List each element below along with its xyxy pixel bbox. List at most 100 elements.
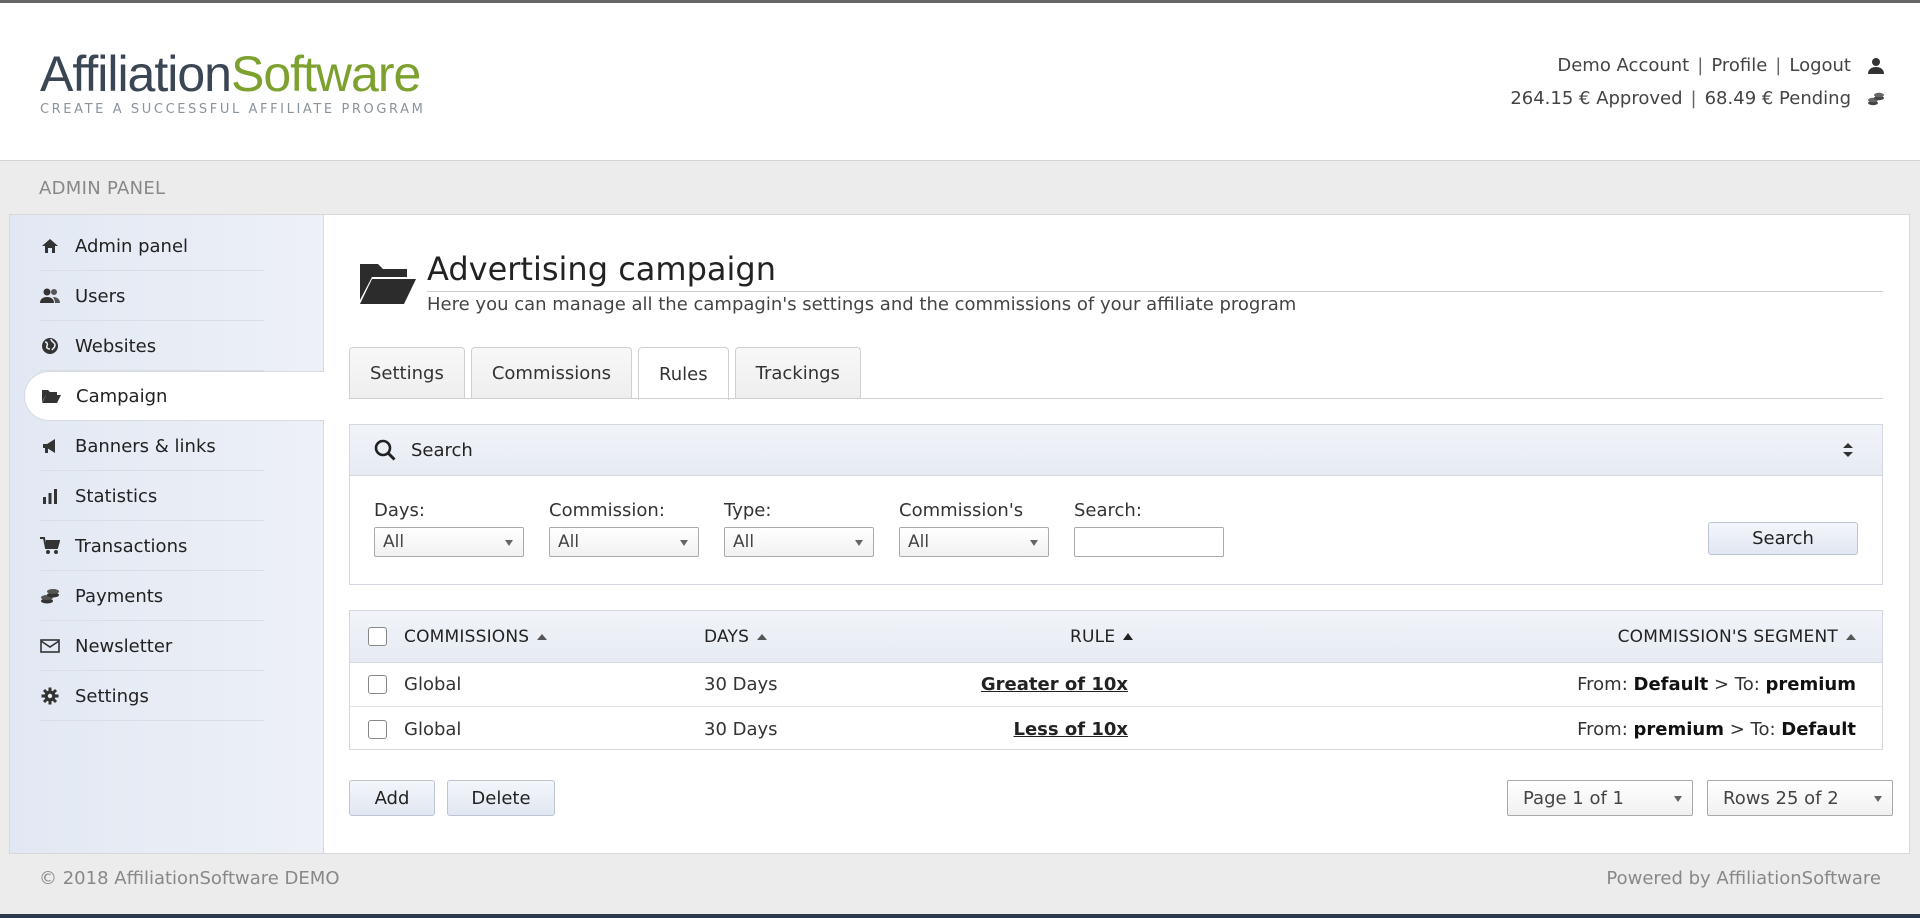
chevron-down-icon — [680, 540, 688, 546]
cell-rule: Greater of 10x — [981, 663, 1128, 706]
sidebar-item-label: Payments — [75, 585, 164, 607]
logo-part1: Affiliation — [40, 46, 232, 102]
filter-type: Type: All — [724, 500, 874, 557]
separator: | — [1775, 55, 1782, 76]
main-content: Advertising campaign Here you can manage… — [324, 215, 1909, 853]
rule-link[interactable]: Greater of 10x — [981, 674, 1128, 695]
powered-by-link[interactable]: Powered by AffiliationSoftware — [1606, 868, 1881, 889]
tab-settings[interactable]: Settings — [349, 347, 465, 399]
sidebar-item-label: Newsletter — [75, 635, 173, 657]
user-links: Demo Account | Profile | Logout — [1510, 49, 1885, 82]
copyright: © 2018 AffiliationSoftware DEMO — [39, 868, 340, 889]
sidebar-item-label: Admin panel — [75, 235, 189, 257]
home-icon — [40, 236, 60, 256]
user-icon — [1868, 57, 1884, 74]
column-days-label: DAYS — [704, 626, 750, 647]
search-panel-header[interactable]: Search — [350, 425, 1882, 476]
sort-asc-icon — [757, 633, 768, 640]
column-commissions-label: COMMISSIONS — [404, 626, 530, 647]
demo-account-link[interactable]: Demo Account — [1557, 55, 1689, 76]
collapse-toggle-icon[interactable] — [1842, 441, 1854, 459]
sidebar-item-transactions[interactable]: Transactions — [24, 521, 324, 571]
sort-active-icon — [1123, 633, 1134, 640]
tab-commissions[interactable]: Commissions — [470, 347, 633, 399]
sidebar-item-websites[interactable]: Websites — [24, 321, 324, 371]
column-commissions[interactable]: COMMISSIONS — [404, 611, 548, 662]
sidebar-item-settings[interactable]: Settings — [24, 671, 324, 721]
sidebar-item-users[interactable]: Users — [24, 271, 324, 321]
page-select[interactable]: Page 1 of 1 — [1507, 780, 1693, 816]
row-select-cell — [368, 663, 387, 706]
table-header: COMMISSIONS DAYS RULE COMMISSION'S SEGME… — [350, 611, 1882, 663]
select-all-checkbox[interactable] — [368, 627, 387, 646]
separator: | — [1690, 88, 1697, 109]
logout-link[interactable]: Logout — [1789, 55, 1851, 76]
page-select-value: Page 1 of 1 — [1523, 787, 1624, 809]
search-icon — [374, 439, 396, 461]
logo-tagline: CREATE A SUCCESSFUL AFFILIATE PROGRAM — [40, 102, 426, 117]
delete-button[interactable]: Delete — [447, 780, 555, 816]
search-button[interactable]: Search — [1708, 522, 1858, 555]
sidebar-item-campaign[interactable]: Campaign — [24, 371, 324, 421]
pending-balance: 68.49 € Pending — [1704, 88, 1851, 109]
bar-chart-icon — [40, 486, 60, 506]
users-icon — [40, 286, 60, 306]
filter-type-label: Type: — [724, 500, 772, 521]
row-checkbox[interactable] — [368, 675, 387, 694]
type-select[interactable]: All — [724, 527, 874, 557]
rules-table: COMMISSIONS DAYS RULE COMMISSION'S SEGME… — [349, 610, 1883, 750]
column-segment[interactable]: COMMISSION'S SEGMENT — [1618, 611, 1856, 662]
rule-link[interactable]: Less of 10x — [1014, 719, 1129, 740]
tab-trackings[interactable]: Trackings — [734, 347, 861, 399]
row-select-cell — [368, 707, 387, 751]
cell-days: 30 Days — [704, 674, 778, 695]
filter-search: Search: — [1074, 500, 1224, 557]
sort-asc-icon — [537, 633, 548, 640]
add-button[interactable]: Add — [349, 780, 435, 816]
cell-segment: From: premium > To: Default — [1577, 707, 1856, 751]
user-menu: Demo Account | Profile | Logout 264.15 €… — [1510, 49, 1885, 115]
days-select[interactable]: All — [374, 527, 524, 557]
from-segment: premium — [1633, 718, 1724, 740]
commission-segment-select[interactable]: All — [899, 527, 1049, 557]
megaphone-icon — [40, 436, 60, 456]
commission-select[interactable]: All — [549, 527, 699, 557]
filter-days: Days: All — [374, 500, 524, 557]
filter-search-label: Search: — [1074, 500, 1142, 521]
sidebar-item-banners-links[interactable]: Banners & links — [24, 421, 324, 471]
sidebar-item-newsletter[interactable]: Newsletter — [24, 621, 324, 671]
logo[interactable]: AffiliationSoftware CREATE A SUCCESSFUL … — [40, 48, 460, 117]
title-divider — [427, 291, 1883, 292]
balance-summary: 264.15 € Approved | 68.49 € Pending — [1510, 82, 1885, 115]
table-row: Global 30 Days Less of 10x From: premium… — [350, 707, 1882, 751]
rows-select-value: Rows 25 of 2 — [1723, 787, 1839, 809]
search-input[interactable] — [1074, 527, 1224, 557]
coins-icon — [1868, 92, 1884, 105]
folder-open-icon — [41, 386, 61, 406]
filter-commission-segment: Commission's All — [899, 500, 1049, 557]
sidebar-item-label: Settings — [75, 685, 149, 707]
sidebar-item-statistics[interactable]: Statistics — [24, 471, 324, 521]
row-checkbox[interactable] — [368, 719, 387, 739]
commission-select-value: All — [558, 532, 580, 552]
column-rule[interactable]: RULE — [1070, 611, 1134, 662]
column-segment-label: COMMISSION'S SEGMENT — [1617, 626, 1838, 647]
column-days[interactable]: DAYS — [704, 611, 768, 662]
search-panel: Search Days: All Commission: All Type: A… — [349, 424, 1883, 585]
approved-balance: 264.15 € Approved — [1510, 88, 1683, 109]
chevron-down-icon — [1874, 796, 1882, 802]
cell-commission: Global — [404, 718, 462, 740]
tab-rules[interactable]: Rules — [638, 347, 729, 400]
envelope-icon — [40, 636, 60, 656]
rows-select[interactable]: Rows 25 of 2 — [1707, 780, 1893, 816]
filter-commission-segment-label: Commission's — [899, 500, 1024, 521]
days-select-value: All — [383, 532, 405, 552]
sidebar-item-payments[interactable]: Payments — [24, 571, 324, 621]
filter-commission-label: Commission: — [549, 500, 665, 521]
filter-days-label: Days: — [374, 500, 425, 521]
profile-link[interactable]: Profile — [1711, 55, 1767, 76]
from-segment: Default — [1633, 674, 1709, 695]
from-label: From: — [1577, 718, 1628, 740]
sidebar-item-admin-panel[interactable]: Admin panel — [24, 221, 324, 271]
table-row: Global 30 Days Greater of 10x From: Defa… — [350, 663, 1882, 707]
